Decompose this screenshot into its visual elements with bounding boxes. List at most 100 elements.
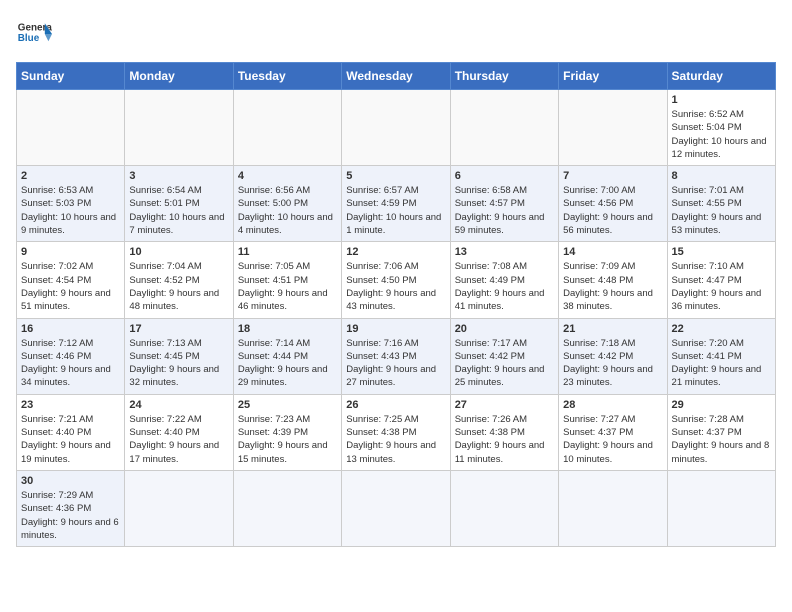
weekday-header-tuesday: Tuesday [233, 63, 341, 90]
calendar-cell: 5 Sunrise: 6:57 AM Sunset: 4:59 PM Daylig… [342, 166, 450, 242]
day-info: Sunrise: 7:13 AM Sunset: 4:45 PM Dayligh… [129, 337, 228, 390]
calendar-cell: 17 Sunrise: 7:13 AM Sunset: 4:45 PM Dayli… [125, 318, 233, 394]
day-number: 16 [21, 323, 120, 335]
day-number: 19 [346, 323, 445, 335]
day-info: Sunrise: 7:10 AM Sunset: 4:47 PM Dayligh… [672, 260, 771, 313]
week-row-6: 30 Sunrise: 7:29 AM Sunset: 4:36 PM Dayli… [17, 470, 776, 546]
calendar-cell: 2Sunrise: 6:53 AM Sunset: 5:03 PM Daylig… [17, 166, 125, 242]
weekday-header-wednesday: Wednesday [342, 63, 450, 90]
calendar-cell: 13 Sunrise: 7:08 AM Sunset: 4:49 PM Dayli… [450, 242, 558, 318]
calendar-cell: 15 Sunrise: 7:10 AM Sunset: 4:47 PM Dayli… [667, 242, 775, 318]
calendar-cell: 1Sunrise: 6:52 AM Sunset: 5:04 PM Daylig… [667, 90, 775, 166]
calendar-cell: 8Sunrise: 7:01 AM Sunset: 4:55 PM Daylig… [667, 166, 775, 242]
day-number: 5 [346, 170, 445, 182]
day-info: Sunrise: 7:05 AM Sunset: 4:51 PM Dayligh… [238, 260, 337, 313]
day-info: Sunrise: 7:28 AM Sunset: 4:37 PM Dayligh… [672, 413, 771, 466]
calendar-cell: 27 Sunrise: 7:26 AM Sunset: 4:38 PM Dayli… [450, 394, 558, 470]
day-info: Sunrise: 7:25 AM Sunset: 4:38 PM Dayligh… [346, 413, 445, 466]
header: General Blue [16, 16, 776, 52]
day-info: Sunrise: 6:58 AM Sunset: 4:57 PM Dayligh… [455, 184, 554, 237]
day-info: Sunrise: 7:12 AM Sunset: 4:46 PM Dayligh… [21, 337, 120, 390]
day-info: Sunrise: 7:14 AM Sunset: 4:44 PM Dayligh… [238, 337, 337, 390]
calendar-cell: 9Sunrise: 7:02 AM Sunset: 4:54 PM Daylig… [17, 242, 125, 318]
calendar-cell [233, 90, 341, 166]
calendar-cell: 20 Sunrise: 7:17 AM Sunset: 4:42 PM Dayli… [450, 318, 558, 394]
day-info: Sunrise: 7:22 AM Sunset: 4:40 PM Dayligh… [129, 413, 228, 466]
calendar-cell: 28 Sunrise: 7:27 AM Sunset: 4:37 PM Dayli… [559, 394, 667, 470]
week-row-4: 16 Sunrise: 7:12 AM Sunset: 4:46 PM Dayli… [17, 318, 776, 394]
day-number: 20 [455, 323, 554, 335]
day-info: Sunrise: 7:18 AM Sunset: 4:42 PM Dayligh… [563, 337, 662, 390]
week-row-2: 2Sunrise: 6:53 AM Sunset: 5:03 PM Daylig… [17, 166, 776, 242]
calendar-cell: 22Sunrise: 7:20 AM Sunset: 4:41 PM Dayli… [667, 318, 775, 394]
day-info: Sunrise: 6:53 AM Sunset: 5:03 PM Dayligh… [21, 184, 120, 237]
day-number: 22 [672, 323, 771, 335]
weekday-header-sunday: Sunday [17, 63, 125, 90]
day-number: 28 [563, 399, 662, 411]
day-number: 25 [238, 399, 337, 411]
calendar-cell: 25 Sunrise: 7:23 AM Sunset: 4:39 PM Dayli… [233, 394, 341, 470]
calendar-cell: 12 Sunrise: 7:06 AM Sunset: 4:50 PM Dayli… [342, 242, 450, 318]
day-info: Sunrise: 7:23 AM Sunset: 4:39 PM Dayligh… [238, 413, 337, 466]
day-number: 15 [672, 246, 771, 258]
day-info: Sunrise: 7:21 AM Sunset: 4:40 PM Dayligh… [21, 413, 120, 466]
logo-icon: General Blue [16, 16, 52, 52]
calendar-cell [559, 90, 667, 166]
day-number: 6 [455, 170, 554, 182]
day-number: 27 [455, 399, 554, 411]
day-number: 4 [238, 170, 337, 182]
day-info: Sunrise: 7:27 AM Sunset: 4:37 PM Dayligh… [563, 413, 662, 466]
day-number: 26 [346, 399, 445, 411]
day-info: Sunrise: 7:16 AM Sunset: 4:43 PM Dayligh… [346, 337, 445, 390]
day-number: 23 [21, 399, 120, 411]
calendar-cell [342, 470, 450, 546]
day-number: 17 [129, 323, 228, 335]
calendar-cell [450, 90, 558, 166]
week-row-3: 9Sunrise: 7:02 AM Sunset: 4:54 PM Daylig… [17, 242, 776, 318]
calendar-cell: 16 Sunrise: 7:12 AM Sunset: 4:46 PM Dayli… [17, 318, 125, 394]
calendar-cell: 10Sunrise: 7:04 AM Sunset: 4:52 PM Dayli… [125, 242, 233, 318]
logo: General Blue [16, 16, 52, 52]
calendar-table: SundayMondayTuesdayWednesdayThursdayFrid… [16, 62, 776, 547]
day-info: Sunrise: 6:57 AM Sunset: 4:59 PM Dayligh… [346, 184, 445, 237]
day-number: 30 [21, 475, 120, 487]
day-number: 10 [129, 246, 228, 258]
calendar-cell: 24Sunrise: 7:22 AM Sunset: 4:40 PM Dayli… [125, 394, 233, 470]
day-number: 11 [238, 246, 337, 258]
week-row-5: 23 Sunrise: 7:21 AM Sunset: 4:40 PM Dayli… [17, 394, 776, 470]
calendar-cell: 11 Sunrise: 7:05 AM Sunset: 4:51 PM Dayli… [233, 242, 341, 318]
calendar-cell [342, 90, 450, 166]
day-number: 1 [672, 94, 771, 106]
day-info: Sunrise: 7:00 AM Sunset: 4:56 PM Dayligh… [563, 184, 662, 237]
day-number: 18 [238, 323, 337, 335]
day-info: Sunrise: 7:29 AM Sunset: 4:36 PM Dayligh… [21, 489, 120, 542]
day-info: Sunrise: 7:08 AM Sunset: 4:49 PM Dayligh… [455, 260, 554, 313]
calendar-cell: 26 Sunrise: 7:25 AM Sunset: 4:38 PM Dayli… [342, 394, 450, 470]
day-info: Sunrise: 7:01 AM Sunset: 4:55 PM Dayligh… [672, 184, 771, 237]
day-number: 21 [563, 323, 662, 335]
calendar-cell [450, 470, 558, 546]
calendar-cell [667, 470, 775, 546]
day-number: 12 [346, 246, 445, 258]
day-info: Sunrise: 7:09 AM Sunset: 4:48 PM Dayligh… [563, 260, 662, 313]
day-info: Sunrise: 7:26 AM Sunset: 4:38 PM Dayligh… [455, 413, 554, 466]
calendar-cell: 18 Sunrise: 7:14 AM Sunset: 4:44 PM Dayli… [233, 318, 341, 394]
calendar-cell: 7Sunrise: 7:00 AM Sunset: 4:56 PM Daylig… [559, 166, 667, 242]
day-info: Sunrise: 6:54 AM Sunset: 5:01 PM Dayligh… [129, 184, 228, 237]
calendar-cell: 30 Sunrise: 7:29 AM Sunset: 4:36 PM Dayli… [17, 470, 125, 546]
calendar-cell [233, 470, 341, 546]
day-info: Sunrise: 7:06 AM Sunset: 4:50 PM Dayligh… [346, 260, 445, 313]
calendar-cell: 3 Sunrise: 6:54 AM Sunset: 5:01 PM Daylig… [125, 166, 233, 242]
day-info: Sunrise: 6:56 AM Sunset: 5:00 PM Dayligh… [238, 184, 337, 237]
week-row-1: 1Sunrise: 6:52 AM Sunset: 5:04 PM Daylig… [17, 90, 776, 166]
calendar-cell: 21 Sunrise: 7:18 AM Sunset: 4:42 PM Dayli… [559, 318, 667, 394]
weekday-header-row: SundayMondayTuesdayWednesdayThursdayFrid… [17, 63, 776, 90]
calendar-cell: 14Sunrise: 7:09 AM Sunset: 4:48 PM Dayli… [559, 242, 667, 318]
day-info: Sunrise: 7:17 AM Sunset: 4:42 PM Dayligh… [455, 337, 554, 390]
day-number: 13 [455, 246, 554, 258]
day-number: 3 [129, 170, 228, 182]
day-number: 29 [672, 399, 771, 411]
weekday-header-thursday: Thursday [450, 63, 558, 90]
calendar-cell [559, 470, 667, 546]
calendar-cell: 23 Sunrise: 7:21 AM Sunset: 4:40 PM Dayli… [17, 394, 125, 470]
